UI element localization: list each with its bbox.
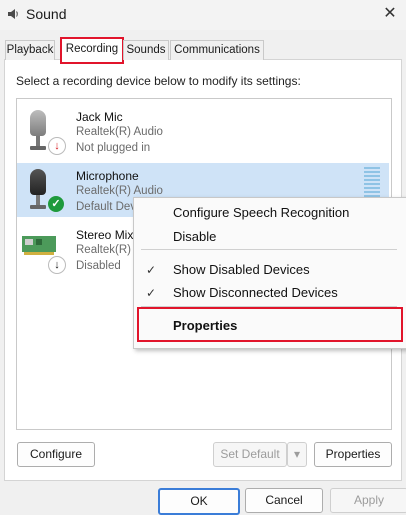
disabled-badge-icon: ↓ <box>48 256 66 274</box>
set-default-button[interactable]: Set Default <box>213 442 287 467</box>
device-status: Disabled <box>76 260 121 272</box>
unplugged-badge-icon: ↓ <box>48 137 66 155</box>
tab-communications[interactable]: Communications <box>170 40 264 60</box>
device-status: Not plugged in <box>76 142 151 154</box>
device-driver: Realtek(R) Audio <box>76 126 163 138</box>
menu-item-show-disconnected[interactable]: Show Disconnected Devices <box>173 285 338 300</box>
apply-button[interactable]: Apply <box>330 488 406 513</box>
menu-item-properties[interactable]: Properties <box>173 318 237 333</box>
menu-item-disable[interactable]: Disable <box>173 229 216 244</box>
device-driver: Realtek(R) Audio <box>76 185 163 197</box>
instruction-text: Select a recording device below to modif… <box>16 74 301 88</box>
tab-playback[interactable]: Playback <box>5 40 55 60</box>
tab-recording[interactable]: Recording <box>60 37 124 64</box>
device-driver: Realtek(R) A <box>76 244 142 256</box>
properties-button[interactable]: Properties <box>314 442 392 467</box>
speaker-icon <box>6 7 20 21</box>
device-status: Default Dev <box>76 201 137 213</box>
device-name: Jack Mic <box>76 110 123 124</box>
device-row-jack-mic[interactable] <box>17 104 389 160</box>
configure-button[interactable]: Configure <box>17 442 95 467</box>
device-name: Stereo Mix <box>76 228 134 242</box>
close-button[interactable]: ✕ <box>378 3 402 25</box>
menu-separator <box>141 249 397 250</box>
checkmark-icon: ✓ <box>146 263 157 277</box>
default-check-icon: ✓ <box>48 196 64 212</box>
microphone-icon <box>30 169 46 209</box>
tab-sounds[interactable]: Sounds <box>123 40 169 60</box>
menu-item-show-disabled[interactable]: Show Disabled Devices <box>173 262 310 277</box>
device-name: Microphone <box>76 169 139 183</box>
microphone-icon <box>30 110 46 150</box>
checkmark-icon: ✓ <box>146 286 157 300</box>
cancel-button[interactable]: Cancel <box>245 488 323 513</box>
ok-button[interactable]: OK <box>158 488 240 515</box>
sound-card-icon <box>22 234 56 259</box>
window-title: Sound <box>26 6 67 22</box>
set-default-dropdown-button[interactable]: ▾ <box>287 442 307 467</box>
menu-item-configure-speech[interactable]: Configure Speech Recognition <box>173 205 349 220</box>
